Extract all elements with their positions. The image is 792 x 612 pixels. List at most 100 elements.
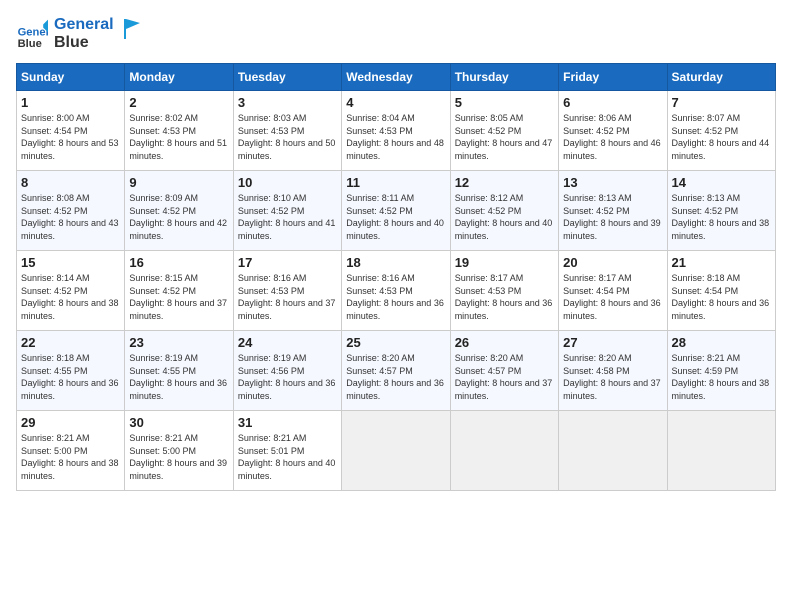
table-cell: 21 Sunrise: 8:18 AMSunset: 4:54 PMDaylig… xyxy=(667,251,775,331)
logo-icon: General Blue xyxy=(16,18,48,50)
day-number: 13 xyxy=(563,175,662,190)
cell-text: Sunrise: 8:19 AMSunset: 4:56 PMDaylight:… xyxy=(238,353,336,401)
col-thursday: Thursday xyxy=(450,64,558,91)
day-number: 14 xyxy=(672,175,771,190)
table-cell xyxy=(559,411,667,491)
cell-text: Sunrise: 8:21 AMSunset: 5:00 PMDaylight:… xyxy=(21,433,119,481)
table-cell: 9 Sunrise: 8:09 AMSunset: 4:52 PMDayligh… xyxy=(125,171,233,251)
table-cell: 13 Sunrise: 8:13 AMSunset: 4:52 PMDaylig… xyxy=(559,171,667,251)
calendar-row: 8 Sunrise: 8:08 AMSunset: 4:52 PMDayligh… xyxy=(17,171,776,251)
cell-text: Sunrise: 8:15 AMSunset: 4:52 PMDaylight:… xyxy=(129,273,227,321)
cell-text: Sunrise: 8:20 AMSunset: 4:57 PMDaylight:… xyxy=(346,353,444,401)
logo-line2: Blue xyxy=(54,34,114,52)
col-friday: Friday xyxy=(559,64,667,91)
cell-text: Sunrise: 8:05 AMSunset: 4:52 PMDaylight:… xyxy=(455,113,553,161)
day-number: 6 xyxy=(563,95,662,110)
table-cell: 14 Sunrise: 8:13 AMSunset: 4:52 PMDaylig… xyxy=(667,171,775,251)
calendar-row: 22 Sunrise: 8:18 AMSunset: 4:55 PMDaylig… xyxy=(17,331,776,411)
day-number: 28 xyxy=(672,335,771,350)
col-wednesday: Wednesday xyxy=(342,64,450,91)
cell-text: Sunrise: 8:17 AMSunset: 4:54 PMDaylight:… xyxy=(563,273,661,321)
table-cell: 12 Sunrise: 8:12 AMSunset: 4:52 PMDaylig… xyxy=(450,171,558,251)
table-cell: 29 Sunrise: 8:21 AMSunset: 5:00 PMDaylig… xyxy=(17,411,125,491)
table-cell xyxy=(342,411,450,491)
cell-text: Sunrise: 8:06 AMSunset: 4:52 PMDaylight:… xyxy=(563,113,661,161)
cell-text: Sunrise: 8:20 AMSunset: 4:57 PMDaylight:… xyxy=(455,353,553,401)
cell-text: Sunrise: 8:14 AMSunset: 4:52 PMDaylight:… xyxy=(21,273,119,321)
table-cell: 7 Sunrise: 8:07 AMSunset: 4:52 PMDayligh… xyxy=(667,91,775,171)
cell-text: Sunrise: 8:17 AMSunset: 4:53 PMDaylight:… xyxy=(455,273,553,321)
svg-text:General: General xyxy=(18,26,48,38)
calendar-row: 1 Sunrise: 8:00 AMSunset: 4:54 PMDayligh… xyxy=(17,91,776,171)
day-number: 11 xyxy=(346,175,445,190)
cell-text: Sunrise: 8:10 AMSunset: 4:52 PMDaylight:… xyxy=(238,193,336,241)
day-number: 3 xyxy=(238,95,337,110)
calendar-row: 15 Sunrise: 8:14 AMSunset: 4:52 PMDaylig… xyxy=(17,251,776,331)
cell-text: Sunrise: 8:08 AMSunset: 4:52 PMDaylight:… xyxy=(21,193,119,241)
logo: General Blue General Blue xyxy=(16,16,146,51)
svg-text:Blue: Blue xyxy=(18,37,42,49)
table-cell: 27 Sunrise: 8:20 AMSunset: 4:58 PMDaylig… xyxy=(559,331,667,411)
day-number: 8 xyxy=(21,175,120,190)
cell-text: Sunrise: 8:12 AMSunset: 4:52 PMDaylight:… xyxy=(455,193,553,241)
day-number: 21 xyxy=(672,255,771,270)
day-number: 25 xyxy=(346,335,445,350)
table-cell: 28 Sunrise: 8:21 AMSunset: 4:59 PMDaylig… xyxy=(667,331,775,411)
day-number: 4 xyxy=(346,95,445,110)
table-cell: 1 Sunrise: 8:00 AMSunset: 4:54 PMDayligh… xyxy=(17,91,125,171)
table-cell: 3 Sunrise: 8:03 AMSunset: 4:53 PMDayligh… xyxy=(233,91,341,171)
cell-text: Sunrise: 8:03 AMSunset: 4:53 PMDaylight:… xyxy=(238,113,336,161)
day-number: 24 xyxy=(238,335,337,350)
cell-text: Sunrise: 8:04 AMSunset: 4:53 PMDaylight:… xyxy=(346,113,444,161)
col-saturday: Saturday xyxy=(667,64,775,91)
table-cell: 11 Sunrise: 8:11 AMSunset: 4:52 PMDaylig… xyxy=(342,171,450,251)
day-number: 19 xyxy=(455,255,554,270)
cell-text: Sunrise: 8:16 AMSunset: 4:53 PMDaylight:… xyxy=(238,273,336,321)
table-cell xyxy=(667,411,775,491)
calendar-table: Sunday Monday Tuesday Wednesday Thursday… xyxy=(16,63,776,491)
table-cell: 16 Sunrise: 8:15 AMSunset: 4:52 PMDaylig… xyxy=(125,251,233,331)
day-number: 9 xyxy=(129,175,228,190)
table-cell: 10 Sunrise: 8:10 AMSunset: 4:52 PMDaylig… xyxy=(233,171,341,251)
cell-text: Sunrise: 8:13 AMSunset: 4:52 PMDaylight:… xyxy=(563,193,661,241)
table-cell: 17 Sunrise: 8:16 AMSunset: 4:53 PMDaylig… xyxy=(233,251,341,331)
table-cell: 5 Sunrise: 8:05 AMSunset: 4:52 PMDayligh… xyxy=(450,91,558,171)
day-number: 22 xyxy=(21,335,120,350)
col-sunday: Sunday xyxy=(17,64,125,91)
day-number: 7 xyxy=(672,95,771,110)
cell-text: Sunrise: 8:18 AMSunset: 4:55 PMDaylight:… xyxy=(21,353,119,401)
day-number: 1 xyxy=(21,95,120,110)
cell-text: Sunrise: 8:13 AMSunset: 4:52 PMDaylight:… xyxy=(672,193,770,241)
col-tuesday: Tuesday xyxy=(233,64,341,91)
table-cell: 30 Sunrise: 8:21 AMSunset: 5:00 PMDaylig… xyxy=(125,411,233,491)
day-number: 2 xyxy=(129,95,228,110)
day-number: 18 xyxy=(346,255,445,270)
day-number: 17 xyxy=(238,255,337,270)
table-cell: 4 Sunrise: 8:04 AMSunset: 4:53 PMDayligh… xyxy=(342,91,450,171)
cell-text: Sunrise: 8:07 AMSunset: 4:52 PMDaylight:… xyxy=(672,113,770,161)
table-cell: 2 Sunrise: 8:02 AMSunset: 4:53 PMDayligh… xyxy=(125,91,233,171)
cell-text: Sunrise: 8:21 AMSunset: 5:00 PMDaylight:… xyxy=(129,433,227,481)
cell-text: Sunrise: 8:20 AMSunset: 4:58 PMDaylight:… xyxy=(563,353,661,401)
table-cell: 19 Sunrise: 8:17 AMSunset: 4:53 PMDaylig… xyxy=(450,251,558,331)
table-cell: 23 Sunrise: 8:19 AMSunset: 4:55 PMDaylig… xyxy=(125,331,233,411)
day-number: 10 xyxy=(238,175,337,190)
table-cell: 31 Sunrise: 8:21 AMSunset: 5:01 PMDaylig… xyxy=(233,411,341,491)
table-cell: 22 Sunrise: 8:18 AMSunset: 4:55 PMDaylig… xyxy=(17,331,125,411)
logo-line1: General xyxy=(54,16,114,34)
day-number: 31 xyxy=(238,415,337,430)
day-number: 27 xyxy=(563,335,662,350)
day-number: 23 xyxy=(129,335,228,350)
table-cell: 15 Sunrise: 8:14 AMSunset: 4:52 PMDaylig… xyxy=(17,251,125,331)
day-number: 5 xyxy=(455,95,554,110)
cell-text: Sunrise: 8:11 AMSunset: 4:52 PMDaylight:… xyxy=(346,193,444,241)
day-number: 15 xyxy=(21,255,120,270)
cell-text: Sunrise: 8:09 AMSunset: 4:52 PMDaylight:… xyxy=(129,193,227,241)
table-cell: 24 Sunrise: 8:19 AMSunset: 4:56 PMDaylig… xyxy=(233,331,341,411)
day-number: 12 xyxy=(455,175,554,190)
col-monday: Monday xyxy=(125,64,233,91)
cell-text: Sunrise: 8:21 AMSunset: 4:59 PMDaylight:… xyxy=(672,353,770,401)
cell-text: Sunrise: 8:19 AMSunset: 4:55 PMDaylight:… xyxy=(129,353,227,401)
cell-text: Sunrise: 8:02 AMSunset: 4:53 PMDaylight:… xyxy=(129,113,227,161)
page-header: General Blue General Blue xyxy=(16,16,776,51)
